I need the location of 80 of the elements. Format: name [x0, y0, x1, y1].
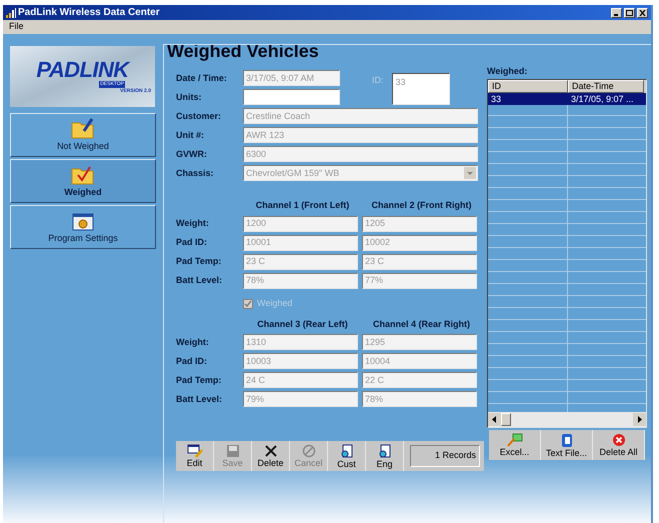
- close-icon: [639, 10, 646, 16]
- scroll-right-icon: [633, 413, 646, 426]
- input-field[interactable]: [243, 89, 340, 105]
- signal-bars-icon: [6, 8, 16, 18]
- delete-icon: [612, 433, 626, 447]
- column-header[interactable]: ID: [488, 80, 568, 93]
- page-title: Weighed Vehicles: [167, 42, 319, 60]
- input-field[interactable]: 23 C: [362, 254, 477, 270]
- input-field[interactable]: 1200: [243, 216, 358, 232]
- id-label: ID:: [372, 74, 384, 87]
- field-label: Date / Time:: [176, 74, 228, 82]
- field-label: GVWR:: [176, 150, 208, 158]
- table-cell-text: 33: [490, 93, 502, 105]
- channel-heading: Channel 2 (Front Right): [370, 199, 472, 212]
- field-label: Units:: [176, 92, 202, 102]
- input-field[interactable]: 23 C: [243, 254, 358, 270]
- record-count: 1 Records: [410, 445, 480, 467]
- edit-icon: [186, 444, 202, 458]
- export-button[interactable]: Delete All: [593, 430, 645, 460]
- field-label: Weight:: [176, 219, 210, 228]
- maximize-button[interactable]: [624, 8, 635, 18]
- input-field[interactable]: 10002: [362, 234, 477, 250]
- field-label: Pad ID:: [176, 356, 208, 366]
- field-label: Customer:: [176, 112, 222, 120]
- window-title: PadLink Wireless Data Center: [18, 6, 161, 20]
- checkmark-icon: [244, 300, 252, 308]
- channel-heading: Channel 1 (Front Left): [254, 199, 350, 212]
- input-field[interactable]: 78%: [362, 391, 477, 407]
- maximize-icon: [626, 10, 633, 16]
- folder-pen-icon: [71, 116, 95, 138]
- input-field[interactable]: 10004: [362, 353, 477, 369]
- document-magnifier-icon: [340, 444, 354, 458]
- close-button[interactable]: [637, 8, 648, 18]
- field-label: Weight:: [176, 338, 210, 346]
- input-field[interactable]: 10001: [243, 234, 358, 250]
- input-field[interactable]: 1310: [243, 334, 358, 350]
- field-label: Batt Level:: [176, 276, 224, 285]
- field-label: Pad ID:: [176, 238, 208, 247]
- field-label: Pad Temp:: [176, 376, 222, 384]
- field-label: Unit #:: [176, 130, 205, 140]
- document-magnifier-icon: [378, 444, 392, 458]
- horizontal-scrollbar[interactable]: [488, 412, 646, 427]
- checkbox-label: Weighed: [257, 296, 292, 310]
- table-cell-text: 3/17/05, 9:07 ...: [570, 93, 635, 105]
- input-field[interactable]: 77%: [362, 272, 477, 288]
- nav-button[interactable]: Not Weighed: [10, 113, 156, 157]
- list-heading: Weighed:: [487, 65, 528, 78]
- id-field[interactable]: 33: [392, 73, 450, 105]
- toolbar-button[interactable]: Eng: [366, 441, 404, 471]
- settings-icon: [72, 212, 94, 230]
- x-icon: [264, 444, 278, 458]
- input-field[interactable]: 1205: [362, 216, 477, 232]
- input-field[interactable]: 79%: [243, 391, 358, 407]
- channel-heading: Channel 4 (Rear Right): [372, 318, 471, 331]
- table-row[interactable]: 33 3/17/05, 9:07 ...: [488, 93, 646, 105]
- field-label: Pad Temp:: [176, 257, 222, 266]
- cancel-icon: [302, 444, 316, 458]
- input-field[interactable]: 22 C: [362, 372, 477, 388]
- scroll-thumb[interactable]: [501, 413, 511, 426]
- input-field[interactable]: 78%: [243, 272, 358, 288]
- field-label: Batt Level:: [176, 394, 224, 404]
- minimize-button[interactable]: [611, 8, 622, 18]
- document-icon: [560, 432, 572, 448]
- export-button[interactable]: Text File...: [541, 430, 593, 460]
- logo-text: PADLINK: [36, 59, 129, 82]
- toolbar-button[interactable]: Edit: [176, 441, 214, 471]
- channel-heading: Channel 3 (Rear Left): [256, 318, 349, 331]
- field-label: Chassis:: [176, 168, 215, 178]
- input-field[interactable]: 24 C: [243, 372, 358, 388]
- scroll-left-icon: [488, 413, 501, 426]
- spreadsheet-icon: [506, 433, 522, 447]
- toolbar-button[interactable]: Delete: [252, 441, 290, 471]
- export-button[interactable]: Excel...: [489, 430, 541, 460]
- input-field[interactable]: 1295: [362, 334, 477, 350]
- toolbar-button[interactable]: Cust: [328, 441, 366, 471]
- menu-item[interactable]: File: [9, 20, 24, 34]
- nav-button[interactable]: Program Settings: [10, 205, 156, 249]
- column-header[interactable]: Date-Time: [568, 80, 644, 93]
- nav-button[interactable]: Weighed: [10, 159, 156, 203]
- input-field[interactable]: 10003: [243, 353, 358, 369]
